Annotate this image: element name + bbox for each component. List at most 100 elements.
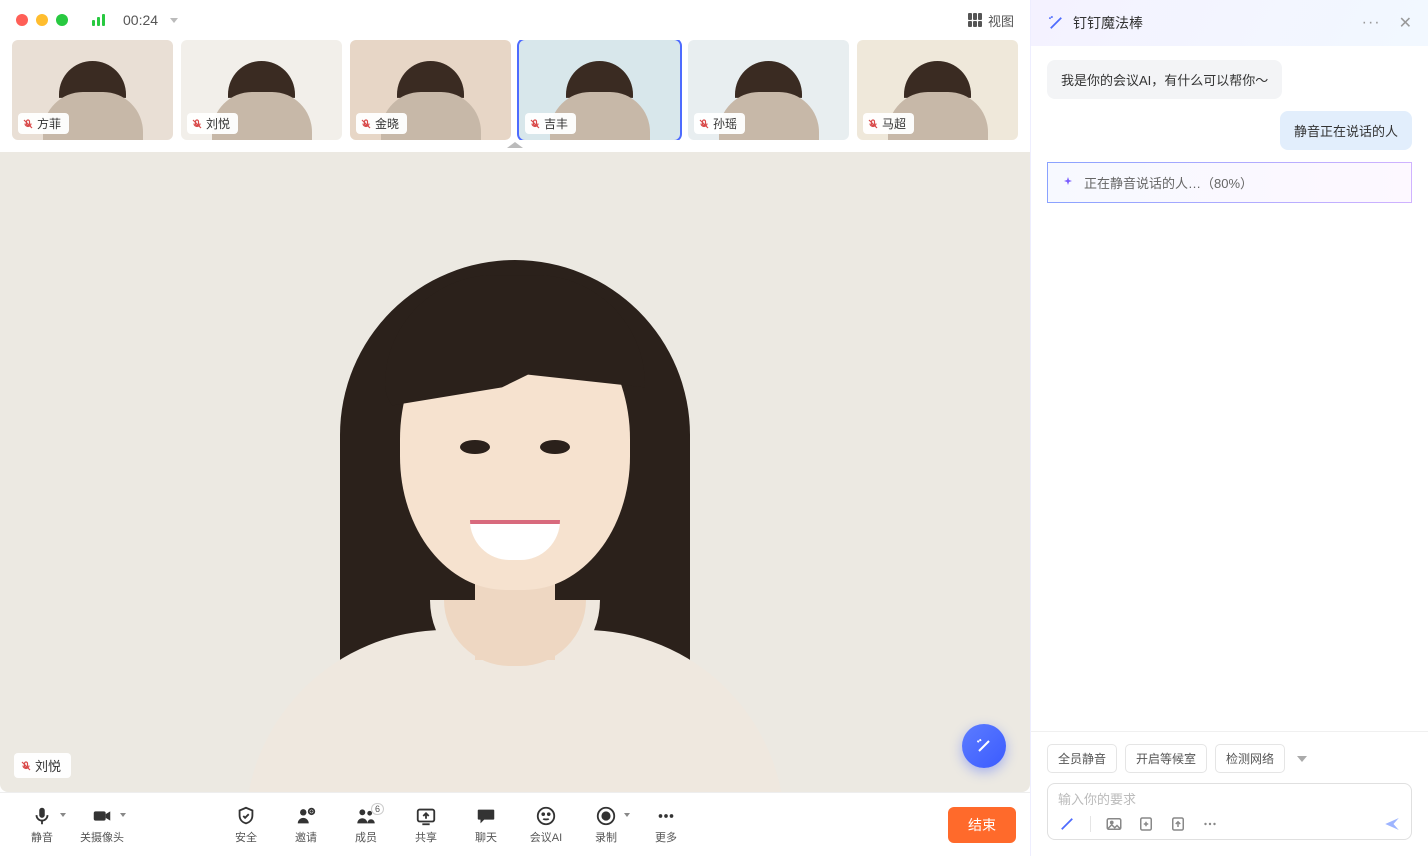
participant-label: 刘悦 (187, 113, 238, 134)
ai-message-bubble: 我是你的会议AI，有什么可以帮你～ (1047, 60, 1282, 99)
window-top-bar: 00:24 视图 (0, 0, 1030, 40)
view-mode-button[interactable]: 视图 (968, 11, 1014, 30)
invite-icon (295, 805, 317, 827)
participant-name: 刘悦 (206, 115, 230, 132)
camera-icon (91, 805, 113, 827)
mic-muted-icon (22, 118, 34, 130)
view-mode-label: 视图 (988, 11, 1014, 30)
quick-actions-row: 全员静音 开启等候室 检测网络 (1047, 744, 1412, 773)
ai-progress-status: 正在静音说话的人…（80%） (1047, 162, 1412, 203)
chevron-down-icon (60, 813, 66, 817)
minimize-window-dot[interactable] (36, 14, 48, 26)
window-controls[interactable] (16, 14, 68, 26)
participant-label: 金晓 (356, 113, 407, 134)
members-count-badge: 6 (371, 803, 384, 815)
participant-name: 马超 (882, 115, 906, 132)
ai-panel-title: 钉钉魔法棒 (1073, 13, 1143, 33)
chevron-down-icon (1297, 756, 1307, 762)
mute-button[interactable]: 静音 (14, 805, 70, 845)
image-icon[interactable] (1105, 815, 1123, 833)
participant-tile[interactable]: 方菲 (12, 40, 173, 140)
mic-muted-icon (698, 118, 710, 130)
close-panel-icon[interactable]: ✕ (1399, 13, 1412, 33)
members-button[interactable]: 6 成员 (338, 805, 394, 845)
participant-label: 方菲 (18, 113, 69, 134)
user-message-bubble: 静音正在说话的人 (1280, 111, 1412, 150)
chevron-down-icon (624, 813, 630, 817)
mic-muted-icon (20, 760, 32, 772)
ai-text-input[interactable] (1058, 792, 1401, 807)
security-button[interactable]: 安全 (218, 805, 274, 845)
divider (1090, 816, 1091, 832)
main-speaker-avatar-placeholder (275, 220, 755, 792)
collapse-strip-button[interactable] (0, 140, 1030, 152)
participants-strip: 方菲 刘悦 金晓 吉丰 (0, 40, 1030, 140)
ai-conversation-area: 我是你的会议AI，有什么可以帮你～ 静音正在说话的人 正在静音说话的人…（80%… (1031, 46, 1428, 731)
share-button[interactable]: 共享 (398, 805, 454, 845)
magic-wand-icon (1047, 14, 1065, 32)
quick-action-mute-all[interactable]: 全员静音 (1047, 744, 1117, 773)
record-button[interactable]: 录制 (578, 805, 634, 845)
participant-tile[interactable]: 孙瑶 (688, 40, 849, 140)
ai-face-icon (535, 805, 557, 827)
more-icon (655, 805, 677, 827)
send-icon[interactable] (1383, 815, 1401, 833)
share-screen-icon (415, 805, 437, 827)
chevron-down-icon (120, 813, 126, 817)
participant-tile[interactable]: 刘悦 (181, 40, 342, 140)
participant-label: 吉丰 (525, 113, 576, 134)
upload-file-icon[interactable] (1169, 815, 1187, 833)
meeting-controls-bar: 静音 关摄像头 安全 邀请 6 成员 (0, 792, 1030, 856)
mic-muted-icon (360, 118, 372, 130)
participant-name: 金晓 (375, 115, 399, 132)
ai-assistant-fab[interactable] (962, 724, 1006, 768)
add-file-icon[interactable] (1137, 815, 1155, 833)
chat-icon (475, 805, 497, 827)
microphone-icon (31, 805, 53, 827)
record-icon (595, 805, 617, 827)
meeting-timer: 00:24 (123, 12, 158, 28)
invite-button[interactable]: 邀请 (278, 805, 334, 845)
ai-assistant-panel: 钉钉魔法棒 ··· ✕ 我是你的会议AI，有什么可以帮你～ 静音正在说话的人 正… (1030, 0, 1428, 856)
participant-label: 马超 (863, 113, 914, 134)
ai-status-text: 正在静音说话的人…（80%） (1084, 173, 1253, 192)
ai-input-box (1047, 783, 1412, 840)
quick-actions-expand[interactable] (1293, 756, 1307, 762)
chevron-up-icon (507, 142, 523, 148)
mic-muted-icon (191, 118, 203, 130)
quick-action-network-check[interactable]: 检测网络 (1215, 744, 1285, 773)
more-options-icon[interactable]: ··· (1362, 14, 1381, 32)
main-speaker-name: 刘悦 (35, 756, 61, 775)
maximize-window-dot[interactable] (56, 14, 68, 26)
participant-tile[interactable]: 吉丰 (519, 40, 680, 140)
ai-input-toolbar (1058, 815, 1401, 833)
ai-input-area: 全员静音 开启等候室 检测网络 (1031, 731, 1428, 856)
more-button[interactable]: 更多 (638, 805, 694, 845)
wand-tool-icon[interactable] (1058, 815, 1076, 833)
end-meeting-button[interactable]: 结束 (948, 807, 1016, 843)
sparkle-icon (1060, 175, 1076, 191)
mic-muted-icon (867, 118, 879, 130)
participant-tile[interactable]: 金晓 (350, 40, 511, 140)
participant-name: 孙瑶 (713, 115, 737, 132)
main-speaker-label: 刘悦 (14, 753, 71, 778)
participant-label: 孙瑶 (694, 113, 745, 134)
signal-strength-icon (92, 14, 105, 26)
main-speaker-video[interactable]: 刘悦 (0, 152, 1030, 792)
participant-name: 方菲 (37, 115, 61, 132)
participant-name: 吉丰 (544, 115, 568, 132)
grid-view-icon (968, 13, 982, 27)
chat-button[interactable]: 聊天 (458, 805, 514, 845)
meeting-ai-button[interactable]: 会议AI (518, 805, 574, 845)
quick-action-waiting-room[interactable]: 开启等候室 (1125, 744, 1207, 773)
more-tools-icon[interactable] (1201, 815, 1219, 833)
mic-muted-icon (529, 118, 541, 130)
camera-button[interactable]: 关摄像头 (74, 805, 130, 845)
main-meeting-area: 00:24 视图 方菲 刘悦 (0, 0, 1030, 856)
shield-icon (235, 805, 257, 827)
close-window-dot[interactable] (16, 14, 28, 26)
ai-panel-header: 钉钉魔法棒 ··· ✕ (1031, 0, 1428, 46)
participant-strip-container: 方菲 刘悦 金晓 吉丰 (0, 40, 1030, 152)
timer-dropdown-icon[interactable] (170, 18, 178, 23)
participant-tile[interactable]: 马超 (857, 40, 1018, 140)
